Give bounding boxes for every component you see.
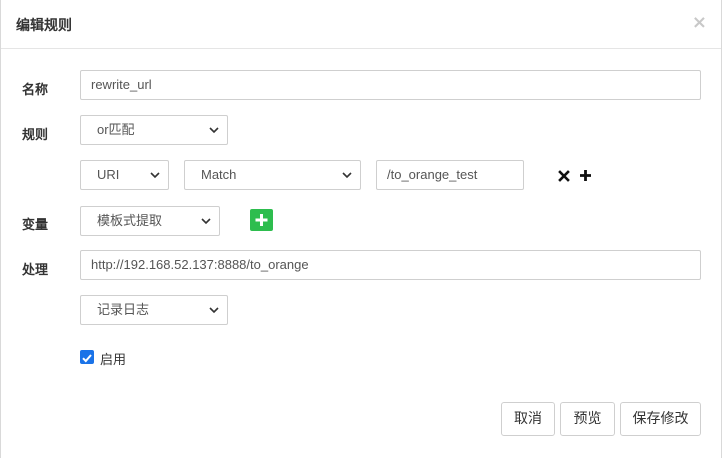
dialog-title: 编辑规则 [16, 18, 72, 34]
rule-operator-value: or匹配 [97, 122, 135, 137]
cancel-button[interactable]: 取消 [501, 402, 555, 436]
chevron-down-icon [209, 127, 219, 134]
chevron-down-icon [150, 172, 160, 179]
log-value: 记录日志 [97, 302, 150, 317]
save-button[interactable]: 保存修改 [620, 402, 701, 436]
enable-label[interactable]: 启用 [100, 349, 126, 368]
chevron-down-icon [201, 218, 211, 225]
variable-label: 变量 [22, 218, 49, 233]
plus-icon [255, 214, 268, 226]
preview-button[interactable]: 预览 [560, 402, 615, 436]
close-button[interactable]: × [692, 11, 707, 35]
rule-operator-select[interactable]: or匹配 [80, 115, 228, 145]
handle-url-input[interactable]: http://192.168.52.137:8888/to_orange [80, 250, 701, 280]
chevron-down-icon [342, 172, 352, 179]
handle-label: 处理 [22, 263, 49, 278]
variable-mode-select[interactable]: 模板式提取 [80, 206, 220, 236]
edit-rule-dialog: 编辑规则 × 名称 rewrite_url 规则 or匹配 URI Match … [0, 0, 722, 458]
condition-type-value: URI [97, 167, 120, 182]
rule-label: 规则 [22, 128, 49, 143]
name-input[interactable]: rewrite_url [80, 70, 701, 100]
enable-checkbox[interactable] [80, 350, 94, 364]
add-variable-button[interactable] [250, 209, 273, 231]
check-icon [82, 354, 92, 363]
condition-match-select[interactable]: Match [184, 160, 361, 190]
variable-mode-value: 模板式提取 [97, 213, 163, 228]
condition-value-input[interactable]: /to_orange_test [376, 160, 524, 190]
name-label: 名称 [22, 83, 49, 98]
plus-icon[interactable] [579, 169, 592, 182]
log-select[interactable]: 记录日志 [80, 295, 228, 325]
dialog-header: 编辑规则 × [1, 0, 721, 49]
chevron-down-icon [209, 307, 219, 314]
condition-type-select[interactable]: URI [80, 160, 169, 190]
remove-icon[interactable] [558, 170, 570, 182]
condition-match-value: Match [201, 167, 237, 182]
